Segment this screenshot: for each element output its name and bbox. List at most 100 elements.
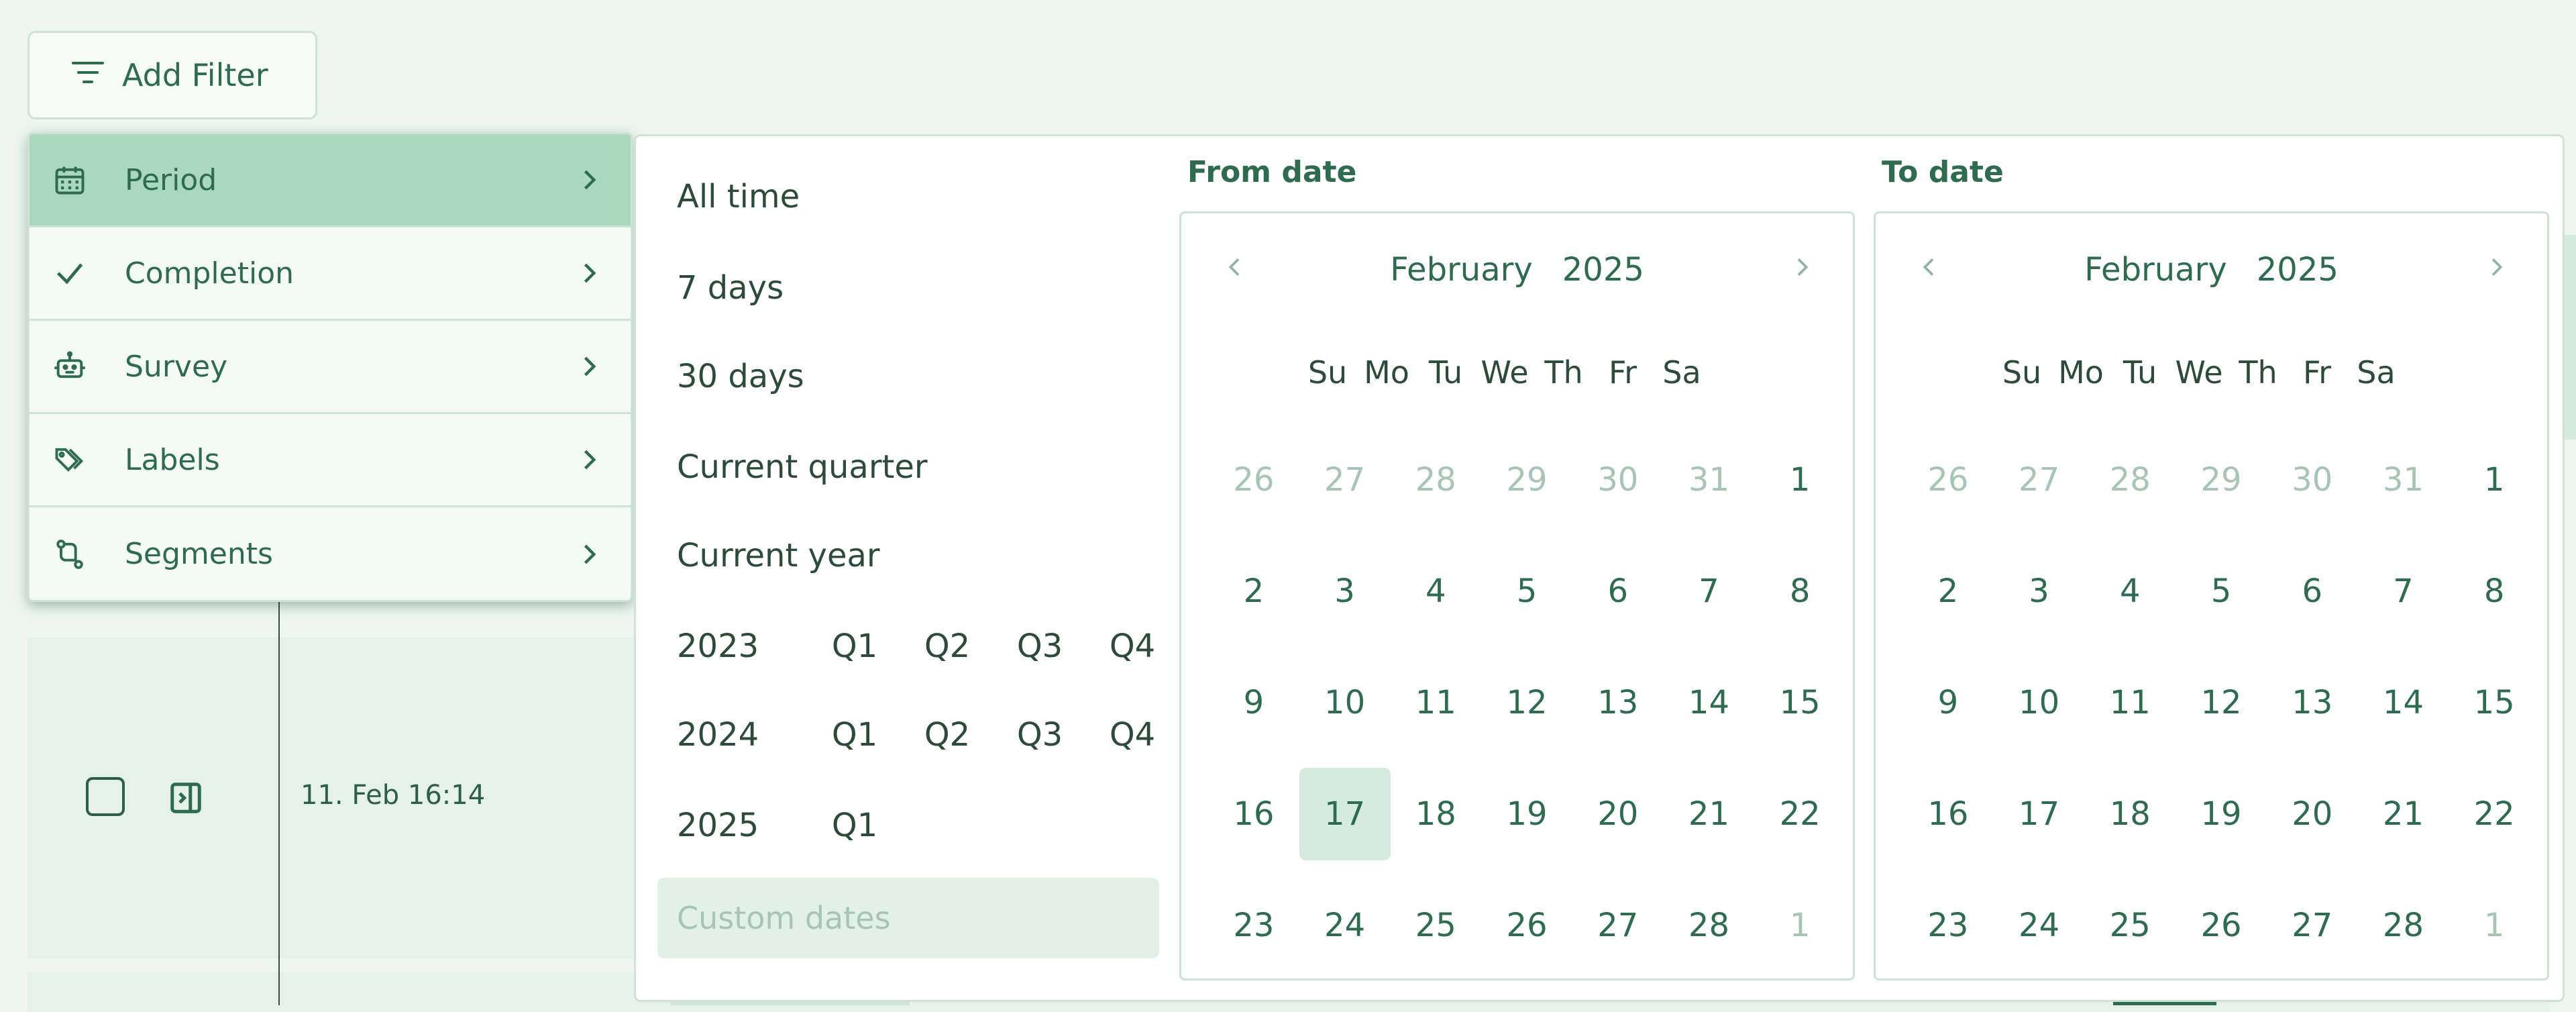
day-cell[interactable]: 25 xyxy=(1390,870,1481,981)
quarter-option[interactable]: Q1 xyxy=(808,807,901,844)
day-cell[interactable]: 28 xyxy=(1390,424,1481,536)
day-cell[interactable]: 21 xyxy=(1664,758,1755,870)
year-select[interactable]: 2025 xyxy=(1562,251,1644,289)
day-cell[interactable]: 31 xyxy=(1664,424,1755,536)
open-side-panel-icon[interactable] xyxy=(168,780,204,816)
option-7-days[interactable]: 7 days xyxy=(677,269,784,307)
day-cell[interactable]: 12 xyxy=(2176,647,2267,758)
day-cell[interactable]: 27 xyxy=(2267,870,2358,981)
day-cell[interactable]: 4 xyxy=(2084,536,2176,647)
year-select[interactable]: 2025 xyxy=(2257,251,2339,289)
day-cell[interactable]: 18 xyxy=(1390,758,1481,870)
year-option[interactable]: 2025 xyxy=(677,807,808,844)
day-cell[interactable]: 3 xyxy=(1299,536,1391,647)
day-cell[interactable]: 24 xyxy=(1994,870,2085,981)
day-cell[interactable]: 24 xyxy=(1299,870,1391,981)
day-cell[interactable]: 20 xyxy=(2267,758,2358,870)
day-cell[interactable]: 1 xyxy=(1754,424,1845,536)
day-cell[interactable]: 26 xyxy=(1902,424,1994,536)
day-cell[interactable]: 13 xyxy=(1572,647,1664,758)
day-cell[interactable]: 26 xyxy=(2176,870,2267,981)
day-cell[interactable]: 19 xyxy=(2176,758,2267,870)
row-checkbox[interactable] xyxy=(86,777,125,816)
day-cell[interactable]: 30 xyxy=(2267,424,2358,536)
menu-item-survey[interactable]: Survey xyxy=(30,321,631,414)
quarter-option[interactable]: Q4 xyxy=(1086,716,1179,754)
menu-item-completion[interactable]: Completion xyxy=(30,227,631,321)
day-cell[interactable]: 27 xyxy=(1299,424,1391,536)
day-cell[interactable]: 9 xyxy=(1902,647,1994,758)
day-cell[interactable]: 28 xyxy=(1664,870,1755,981)
quarter-option[interactable]: Q2 xyxy=(901,716,994,754)
day-cell[interactable]: 14 xyxy=(2358,647,2449,758)
day-cell[interactable]: 27 xyxy=(1572,870,1664,981)
day-cell[interactable]: 15 xyxy=(2449,647,2540,758)
day-cell[interactable]: 30 xyxy=(1572,424,1664,536)
day-cell[interactable]: 11 xyxy=(2084,647,2176,758)
day-cell[interactable]: 18 xyxy=(2084,758,2176,870)
day-cell-today[interactable]: 17 xyxy=(1299,758,1391,870)
day-cell[interactable]: 29 xyxy=(1481,424,1572,536)
menu-item-labels[interactable]: Labels xyxy=(30,414,631,507)
day-cell[interactable]: 8 xyxy=(1754,536,1845,647)
day-cell[interactable]: 28 xyxy=(2358,870,2449,981)
day-cell[interactable]: 19 xyxy=(1481,758,1572,870)
day-cell[interactable]: 27 xyxy=(1994,424,2085,536)
day-cell[interactable]: 22 xyxy=(2449,758,2540,870)
day-cell[interactable]: 7 xyxy=(2358,536,2449,647)
day-cell[interactable]: 6 xyxy=(1572,536,1664,647)
day-cell[interactable]: 6 xyxy=(2267,536,2358,647)
day-cell[interactable]: 31 xyxy=(2358,424,2449,536)
day-cell[interactable]: 2 xyxy=(1208,536,1299,647)
quarter-option[interactable]: Q3 xyxy=(994,716,1086,754)
day-cell[interactable]: 21 xyxy=(2358,758,2449,870)
day-cell[interactable]: 7 xyxy=(1664,536,1755,647)
day-cell[interactable]: 16 xyxy=(1902,758,1994,870)
option-current-quarter[interactable]: Current quarter xyxy=(677,448,928,486)
day-cell[interactable]: 17 xyxy=(1994,758,2085,870)
day-cell[interactable]: 28 xyxy=(2084,424,2176,536)
day-cell[interactable]: 1 xyxy=(1754,870,1845,981)
day-cell[interactable]: 5 xyxy=(2176,536,2267,647)
day-cell[interactable]: 12 xyxy=(1481,647,1572,758)
day-cell[interactable]: 26 xyxy=(1481,870,1572,981)
day-cell[interactable]: 25 xyxy=(2084,870,2176,981)
day-cell[interactable]: 14 xyxy=(1664,647,1755,758)
day-cell[interactable]: 10 xyxy=(1299,647,1391,758)
day-cell[interactable]: 20 xyxy=(1572,758,1664,870)
day-cell[interactable]: 15 xyxy=(1754,647,1845,758)
quarter-option[interactable]: Q3 xyxy=(994,627,1086,665)
year-option[interactable]: 2024 xyxy=(677,716,808,754)
day-cell[interactable]: 13 xyxy=(2267,647,2358,758)
day-cell[interactable]: 26 xyxy=(1208,424,1299,536)
day-cell[interactable]: 23 xyxy=(1208,870,1299,981)
next-month-icon[interactable] xyxy=(2483,254,2510,281)
day-cell[interactable]: 22 xyxy=(1754,758,1845,870)
day-cell[interactable]: 16 xyxy=(1208,758,1299,870)
quarter-option[interactable]: Q2 xyxy=(901,627,994,665)
day-cell[interactable]: 1 xyxy=(2449,424,2540,536)
day-cell[interactable]: 10 xyxy=(1994,647,2085,758)
day-cell[interactable]: 1 xyxy=(2449,870,2540,981)
option-all-time[interactable]: All time xyxy=(677,178,800,215)
next-month-icon[interactable] xyxy=(1788,254,1815,281)
day-cell[interactable]: 29 xyxy=(2176,424,2267,536)
quarter-option[interactable]: Q1 xyxy=(808,627,901,665)
day-cell[interactable]: 9 xyxy=(1208,647,1299,758)
option-current-year[interactable]: Current year xyxy=(677,537,880,574)
day-cell[interactable]: 2 xyxy=(1902,536,1994,647)
month-select[interactable]: February xyxy=(1390,251,1533,289)
day-cell[interactable]: 23 xyxy=(1902,870,1994,981)
quarter-option[interactable]: Q1 xyxy=(808,716,901,754)
custom-dates-button[interactable]: Custom dates xyxy=(657,878,1159,958)
quarter-option[interactable]: Q4 xyxy=(1086,627,1179,665)
add-filter-button[interactable]: Add Filter xyxy=(28,31,317,119)
day-cell[interactable]: 8 xyxy=(2449,536,2540,647)
menu-item-period[interactable]: Period xyxy=(30,134,631,227)
menu-item-segments[interactable]: Segments xyxy=(30,507,631,600)
day-cell[interactable]: 5 xyxy=(1481,536,1572,647)
day-cell[interactable]: 3 xyxy=(1994,536,2085,647)
day-cell[interactable]: 11 xyxy=(1390,647,1481,758)
day-cell[interactable]: 4 xyxy=(1390,536,1481,647)
year-option[interactable]: 2023 xyxy=(677,627,808,665)
